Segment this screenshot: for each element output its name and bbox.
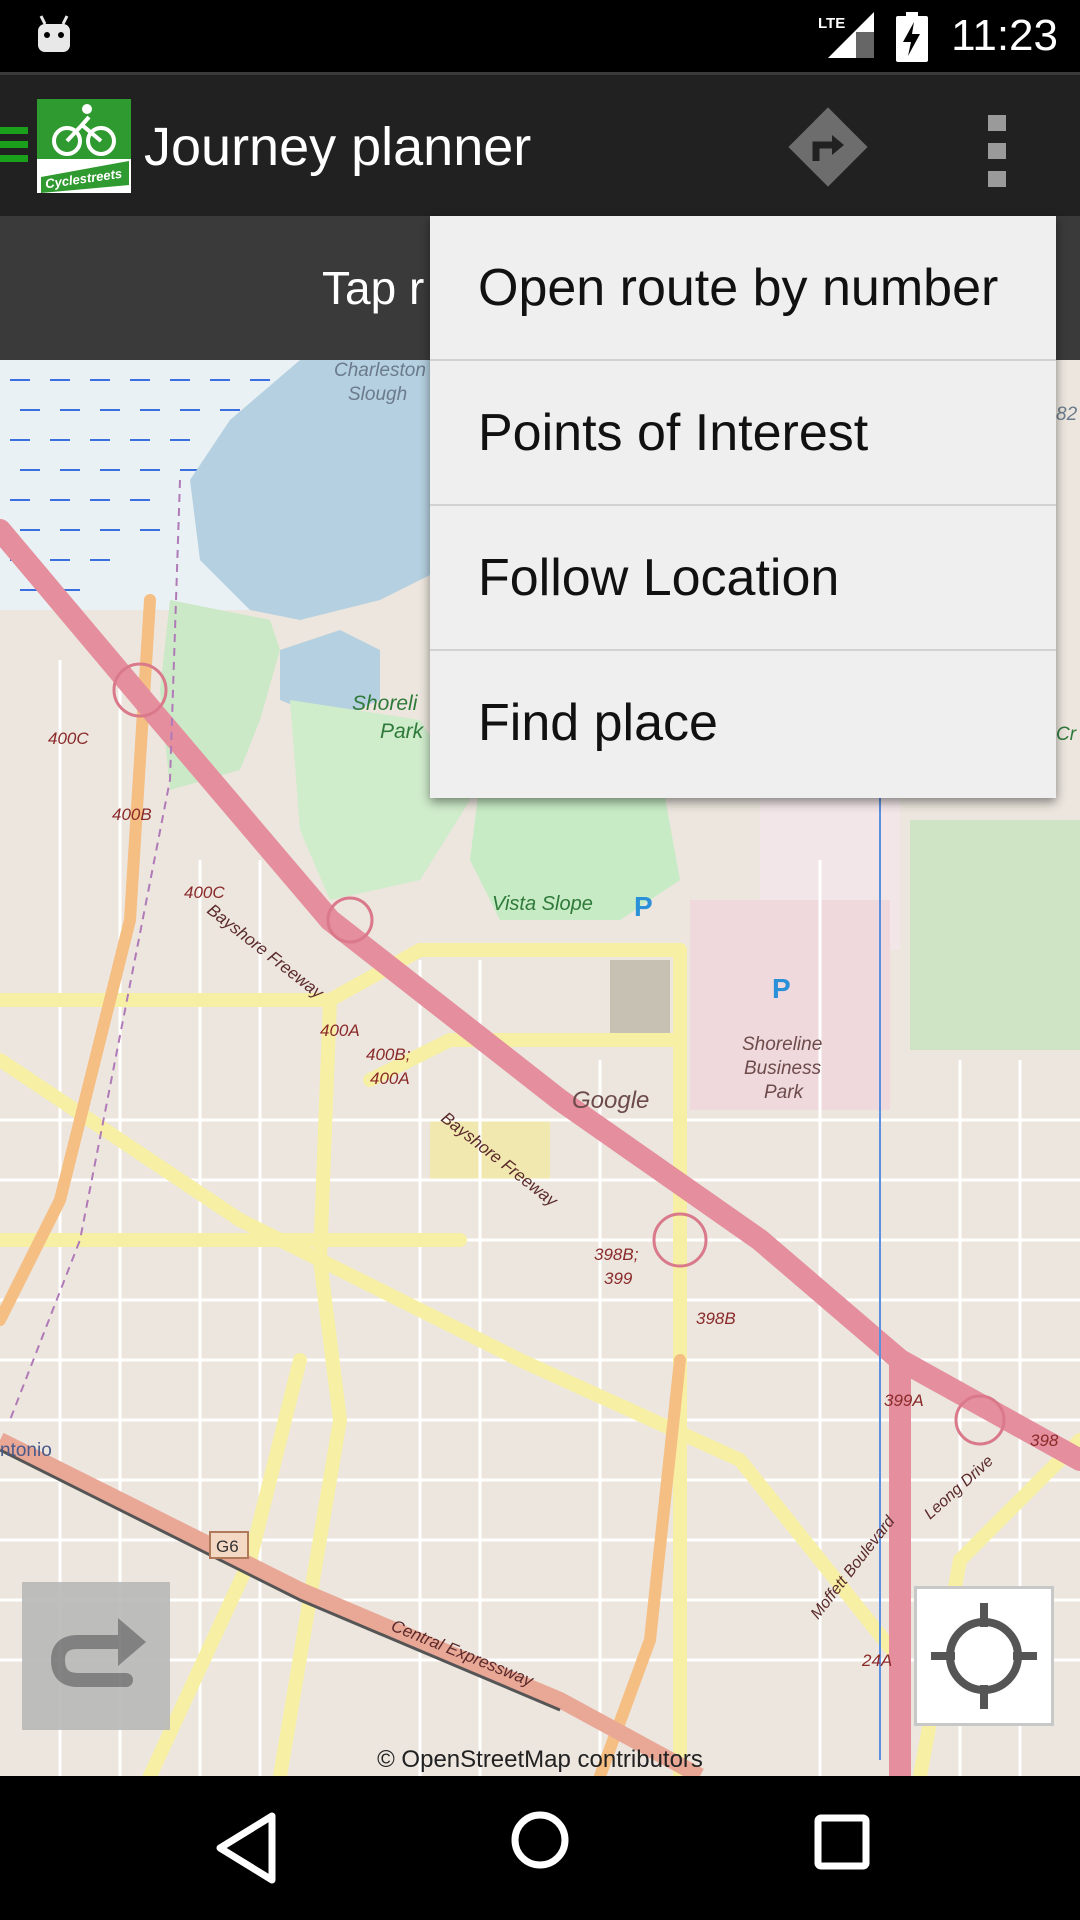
label-exit-400c-1: 400C xyxy=(48,729,89,748)
label-edge-cr: Cr xyxy=(1056,724,1077,745)
label-vista-slope: Vista Slope xyxy=(492,893,593,915)
label-exit-400b-400a-1: 400B; xyxy=(366,1045,411,1064)
map-attribution: © OpenStreetMap contributors xyxy=(377,1746,703,1773)
drawer-menu-icon[interactable] xyxy=(0,125,28,165)
action-bar: Cyclestreets Journey planner xyxy=(0,72,1080,216)
nav-home-icon[interactable] xyxy=(510,1810,570,1870)
svg-text:G6: G6 xyxy=(216,1537,239,1556)
nav-back-icon[interactable] xyxy=(212,1810,282,1886)
label-exit-400c-2: 400C xyxy=(184,883,225,902)
hint-text: Tap r xyxy=(322,262,425,314)
label-exit-398b: 398B xyxy=(696,1309,736,1328)
label-shoreline-park-1: Shoreli xyxy=(352,692,419,715)
status-bar: LTE 11:23 xyxy=(0,0,1080,72)
nav-recents-icon[interactable] xyxy=(814,1814,870,1870)
label-exit-398b-399-2: 399 xyxy=(604,1269,633,1288)
label-google: Google xyxy=(572,1087,649,1114)
label-charleston: Charleston xyxy=(334,360,426,381)
building-block xyxy=(610,960,670,1040)
label-exit-399a: 399A xyxy=(884,1391,924,1410)
clock: 11:23 xyxy=(951,11,1058,60)
label-exit-400b: 400B xyxy=(112,805,152,824)
cyclestreets-logo[interactable]: Cyclestreets xyxy=(37,99,131,193)
label-exit-400b-400a-2: 400A xyxy=(370,1069,410,1088)
green-area-right xyxy=(910,820,1080,1050)
signal-lte-icon: LTE xyxy=(818,12,874,58)
menu-item-follow-location[interactable]: Follow Location xyxy=(430,506,1056,651)
menu-item-label: Points of Interest xyxy=(478,404,869,462)
label-slough: Slough xyxy=(348,384,407,405)
route-shield-g6: G6 xyxy=(209,1531,249,1559)
label-edge-82: 82 xyxy=(1056,404,1078,425)
label-exit-400a: 400A xyxy=(320,1021,360,1040)
app-title: Journey planner xyxy=(144,117,532,177)
directions-icon[interactable] xyxy=(786,105,870,189)
menu-item-points-of-interest[interactable]: Points of Interest xyxy=(430,361,1056,506)
crosshair-icon xyxy=(931,1603,1037,1709)
android-notification-icon xyxy=(38,15,70,52)
menu-item-find-place[interactable]: Find place xyxy=(430,651,1056,796)
menu-item-label: Open route by number xyxy=(478,259,999,317)
overflow-menu: Open route by number Points of Interest … xyxy=(430,216,1056,798)
parking-icon-1: P xyxy=(634,891,653,922)
my-location-button[interactable] xyxy=(914,1586,1054,1726)
menu-item-open-route-by-number[interactable]: Open route by number xyxy=(430,216,1056,361)
svg-text:LTE: LTE xyxy=(818,15,845,32)
label-exit-398b-399-1: 398B; xyxy=(594,1245,639,1264)
label-shoreline-business-3: Park xyxy=(764,1082,805,1103)
system-navigation-bar xyxy=(0,1776,1080,1920)
battery-charging-icon xyxy=(896,12,928,62)
undo-back-button[interactable] xyxy=(22,1582,170,1730)
parking-icon-2: P xyxy=(772,973,791,1004)
label-shoreline-business-2: Business xyxy=(744,1058,822,1079)
menu-item-label: Find place xyxy=(478,694,718,752)
label-shoreline-park-2: Park xyxy=(380,720,425,743)
label-antonio: ntonio xyxy=(0,1440,52,1461)
label-shoreline-business-1: Shoreline xyxy=(742,1034,822,1055)
menu-item-label: Follow Location xyxy=(478,549,840,607)
label-exit-398: 398 xyxy=(1030,1431,1059,1450)
undo-arrow-icon xyxy=(50,1618,146,1687)
label-exit-24a: 24A xyxy=(861,1651,892,1670)
overflow-menu-icon[interactable] xyxy=(974,111,1020,191)
